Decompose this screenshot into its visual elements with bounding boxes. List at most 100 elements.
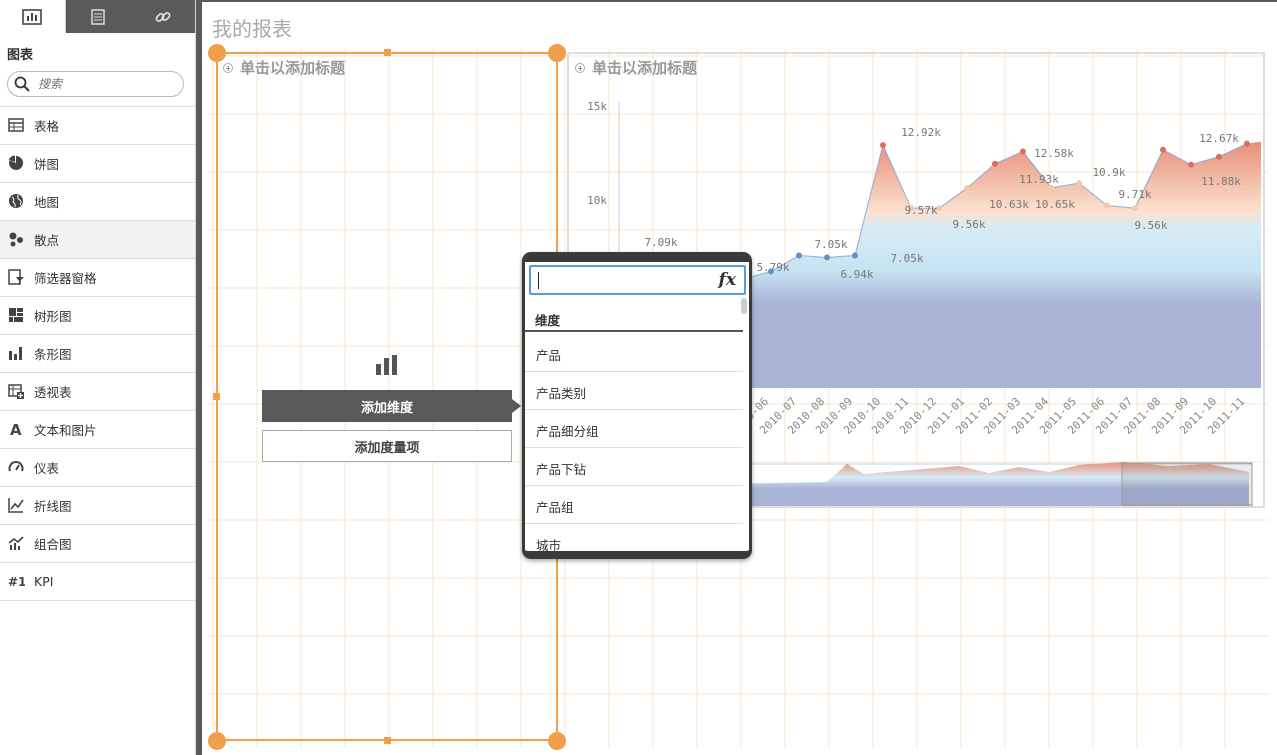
- gauge-icon: [7, 459, 25, 477]
- svg-text:A: A: [10, 421, 22, 438]
- data-label: 7.09k: [644, 236, 677, 249]
- chart-type-item[interactable]: 折线图: [0, 487, 195, 525]
- tab-master-items[interactable]: [130, 0, 195, 33]
- app: 图表 表格饼图地图散点筛选器窗格树形图条形图透视表 A 文本和图片仪表折线图组合图 #…: [0, 0, 1277, 755]
- resize-handle-top-right[interactable]: [548, 44, 566, 62]
- chart-type-item[interactable]: 组合图: [0, 525, 195, 563]
- svg-text:#1: #1: [8, 575, 25, 589]
- data-point: [1244, 140, 1250, 147]
- data-point: [1104, 202, 1110, 209]
- data-point: [1188, 161, 1194, 168]
- data-label: 10.65k: [1035, 198, 1075, 211]
- data-point: [796, 252, 802, 259]
- tab-fields[interactable]: [66, 0, 131, 33]
- dimension-option[interactable]: 产品下钻: [525, 448, 743, 486]
- chart-type-label: 仪表: [34, 461, 60, 476]
- mini-chart-selection: [1121, 462, 1253, 506]
- tab-charts[interactable]: [0, 0, 66, 33]
- bar-chart-placeholder-icon: [376, 355, 397, 375]
- add-measure-button[interactable]: 添加度量项: [262, 430, 512, 462]
- chart-type-item[interactable]: #1 KPI: [0, 563, 195, 601]
- data-point: [992, 160, 998, 167]
- dimension-option[interactable]: 产品: [525, 334, 743, 372]
- data-label: 9.56k: [1134, 219, 1167, 232]
- chart-type-item[interactable]: 饼图: [0, 145, 195, 183]
- data-label: 11.93k: [1019, 173, 1059, 186]
- resize-handle-top[interactable]: [384, 49, 391, 56]
- document-icon: [91, 8, 105, 25]
- search-icon: [14, 76, 30, 92]
- dimension-picker-popup: fx 维度 产品 产品类别 产品细分组 产品下钻 产品组 城市: [522, 252, 752, 559]
- bar-chart-icon: [22, 8, 43, 25]
- add-dimension-button[interactable]: 添加维度: [262, 390, 521, 422]
- combo-icon: [7, 535, 25, 553]
- chart-type-item[interactable]: 树形图: [0, 297, 195, 335]
- search-input[interactable]: [38, 77, 168, 91]
- expression-input[interactable]: fx: [529, 265, 746, 295]
- bar-icon: [7, 345, 25, 363]
- chart-type-label: 表格: [34, 119, 60, 134]
- chart-type-label: 散点: [34, 233, 60, 248]
- dimension-option[interactable]: 城市: [525, 524, 743, 551]
- data-point: [1132, 205, 1138, 212]
- assets-panel: 图表 表格饼图地图散点筛选器窗格树形图条形图透视表 A 文本和图片仪表折线图组合图 #…: [0, 0, 196, 755]
- data-label: 12.92k: [901, 126, 941, 139]
- data-label: 5.79k: [756, 261, 789, 274]
- chart-type-item[interactable]: 地图: [0, 183, 195, 221]
- chart-type-item[interactable]: 条形图: [0, 335, 195, 373]
- data-point: [1020, 148, 1026, 155]
- text-icon: A: [7, 421, 25, 439]
- chart-type-list: 表格饼图地图散点筛选器窗格树形图条形图 透视表 A 文本和图片仪表折线图组合图 #1 KP…: [0, 106, 195, 601]
- y-tick-label: 15k: [587, 100, 607, 113]
- link-icon: [155, 11, 171, 22]
- chart-type-item[interactable]: A 文本和图片: [0, 411, 195, 449]
- data-label: 9.57k: [904, 204, 937, 217]
- line-icon: [7, 497, 25, 515]
- data-point: [880, 142, 886, 149]
- dimension-option[interactable]: 产品类别: [525, 372, 743, 410]
- data-point: [964, 185, 970, 192]
- data-label: 12.67k: [1199, 132, 1239, 145]
- data-label: 6.94k: [840, 268, 873, 281]
- resize-handle-bottom[interactable]: [384, 737, 391, 744]
- data-label: 7.05k: [814, 238, 847, 251]
- data-label: 7.05k: [890, 252, 923, 265]
- resize-handle-top-left[interactable]: [208, 44, 226, 62]
- data-label: 9.71k: [1118, 188, 1151, 201]
- chart-type-label: 筛选器窗格: [34, 271, 97, 286]
- chart-type-item[interactable]: 表格: [0, 107, 195, 145]
- chart-type-item[interactable]: 散点: [0, 221, 195, 259]
- resize-handle-left[interactable]: [213, 393, 220, 400]
- resize-handle-bottom-right[interactable]: [548, 732, 566, 750]
- dimension-header: 维度: [525, 306, 743, 332]
- data-point: [852, 252, 858, 259]
- globe-icon: [7, 193, 25, 211]
- data-label: 11.88k: [1201, 175, 1241, 188]
- pie-icon: [7, 155, 25, 173]
- chart-type-item[interactable]: 透视表: [0, 373, 195, 411]
- search-box[interactable]: [7, 71, 184, 97]
- data-point: [1160, 146, 1166, 153]
- data-point: [1216, 153, 1222, 160]
- treemap-icon: [7, 307, 25, 325]
- dimension-option[interactable]: 产品细分组: [525, 410, 743, 448]
- section-title: 图表: [7, 48, 34, 63]
- scatter-icon: [7, 231, 25, 249]
- fx-icon[interactable]: fx: [719, 270, 736, 290]
- chart-type-label: 折线图: [34, 499, 72, 514]
- chart-type-item[interactable]: 筛选器窗格: [0, 259, 195, 297]
- y-tick-label: 10k: [587, 194, 607, 207]
- dimension-option[interactable]: 产品组: [525, 486, 743, 524]
- sheet-title[interactable]: 我的报表: [212, 13, 292, 42]
- empty-object-title[interactable]: 单击以添加标题: [223, 57, 345, 78]
- chart-type-label: 地图: [34, 195, 60, 210]
- filter-icon: [7, 269, 25, 287]
- pivot-icon: [7, 383, 25, 401]
- chart-type-label: KPI: [34, 574, 54, 589]
- resize-handle-bottom-left[interactable]: [208, 732, 226, 750]
- chart-type-label: 树形图: [34, 309, 72, 324]
- chart-type-label: 文本和图片: [34, 423, 97, 438]
- chart-type-item[interactable]: 仪表: [0, 449, 195, 487]
- data-label: 9.56k: [952, 218, 985, 231]
- kpi-icon: #1: [7, 573, 25, 591]
